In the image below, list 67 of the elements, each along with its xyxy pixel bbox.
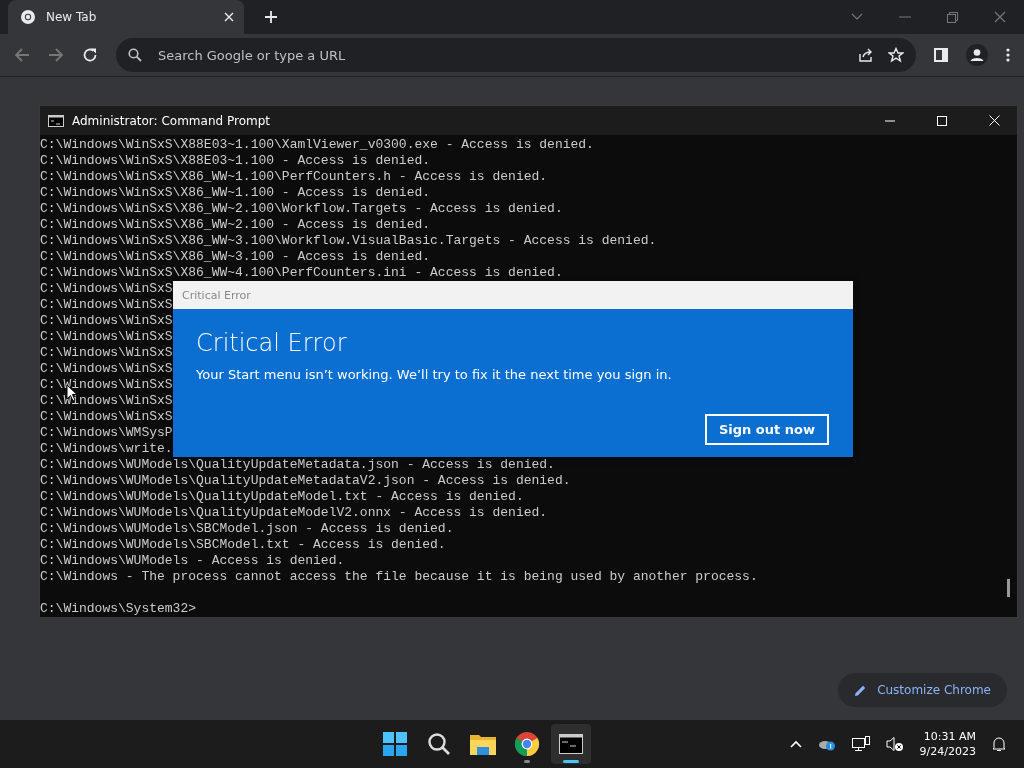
console-line: C:\Windows\WinSxS [40,377,173,393]
dialog-message: Your Start menu isn’t working. We’ll try to fix it the next time you sign in. [196,367,673,382]
mute-icon[interactable] [885,736,904,752]
console-line: C:\Windows\WinSxS [40,329,173,345]
restore-icon[interactable] [947,11,958,23]
command-prompt[interactable]: C:\Windows\System32> [40,601,197,617]
profile-icon[interactable] [966,44,988,66]
customize-chrome-button[interactable]: Customize Chrome [838,673,1007,707]
forward-icon[interactable] [48,47,64,63]
console-line: C:\Windows\WinSxS\X86_WW~3.100 - Access is denied. [40,249,431,265]
console-icon [48,114,64,127]
maximize-icon[interactable] [937,115,947,126]
search-icon [128,48,142,62]
address-field[interactable]: Search Google or type a URL [156,46,844,64]
console-line: C:\Windows\WinSxS [40,281,173,297]
console-line: C:\Windows\WinSxS\X86_WW~1.100\PerfCounters.h - Access is denied. [40,169,548,185]
reload-icon[interactable] [82,47,98,63]
dialog-caption: Critical Error [182,288,251,302]
address-bar[interactable]: Search Google or type a URL [116,38,916,72]
chevron-down-icon[interactable] [851,13,863,21]
search-icon [426,732,451,756]
console-line: C:\Windows\WUModels\QualityUpdateMetadataV2.json - Access is denied. [40,473,571,489]
taskbar-app[interactable] [550,724,591,764]
console-line: C:\Windows\WinSxS [40,297,173,313]
chrome-icon [20,9,36,25]
star-icon[interactable] [888,47,904,63]
console-line: C:\Windows\WinSxS [40,345,173,361]
console-line: C:\Windows\WinSxS\X86_WW~4.100\PerfCounters.ini - Access is denied. [40,265,563,281]
console-line: C:\Windows\WUModels\SBCModel.txt - Access is denied. [40,537,446,553]
new-tab-icon[interactable] [264,10,278,24]
browser-tab[interactable]: New Tab [8,0,244,34]
pencil-icon [854,683,868,697]
console-line: C:\Windows\WinSxS\X88E03~1.100\XamlViewer_v0300.exe - Access is denied. [40,137,594,153]
console-line: C:\Windows\WinSxS\X88E03~1.100 - Access is denied. [40,153,431,169]
console-line: C:\Windows\WinSxS [40,393,173,409]
chevron-up-icon[interactable] [789,740,802,748]
clock-date[interactable]: 9/24/2023 [919,744,976,759]
console-line: C:\Windows\WinSxS [40,313,173,329]
menu-icon[interactable] [1006,48,1010,62]
clock-time[interactable]: 10:31 AM [923,729,976,744]
console-line: C:\Windows\write. [40,441,173,457]
scrollbar-thumb[interactable] [1007,579,1010,597]
console-line: C:\Windows\WUModels\QualityUpdateModelV2.onnx - Access is denied. [40,505,548,521]
network-icon[interactable] [851,736,870,752]
console-line: C:\Windows\WinSxS\X86_WW~3.100\Workflow.VisualBasic.Targets - Access is denied. [40,233,657,249]
console-line: C:\Windows\WUModels\QualityUpdateMetadata.json - Access is denied. [40,457,555,473]
console-line: C:\Windows\WMSysP [40,425,173,441]
console-line: C:\Windows\WinSxS [40,361,173,377]
console-line: C:\Windows - The process cannot access the file because it is being used by another process. [40,569,758,585]
share-icon[interactable] [858,47,874,63]
side-panel-icon[interactable] [934,48,948,62]
sign-out-button[interactable]: Sign out now [704,414,829,445]
dialog-heading: Critical Error [196,329,348,357]
folder-icon [469,733,496,755]
console-icon [558,734,583,754]
chrome-icon [514,732,539,756]
console-line: C:\Windows\WinSxS\X86_WW~1.100 - Access is denied. [40,185,431,201]
window-title: Administrator: Command Prompt [72,113,270,128]
console-line: C:\Windows\WinSxS [40,409,173,425]
console-line: C:\Windows\WinSxS\X86_WW~2.100\Workflow.Targets - Access is denied. [40,201,563,217]
console-line: C:\Windows\WUModels - Access is denied. [40,553,345,569]
console-line: C:\Windows\WinSxS\X86_WW~2.100 - Access is denied. [40,217,431,233]
bell-icon[interactable] [992,736,1006,752]
console-line: C:\Windows\WUModels\SBCModel.json - Access is denied. [40,521,454,537]
back-icon[interactable] [14,47,30,63]
windows-logo-icon [382,732,407,756]
console-line: C:\Windows\WUModels\QualityUpdateModel.txt - Access is denied. [40,489,524,505]
